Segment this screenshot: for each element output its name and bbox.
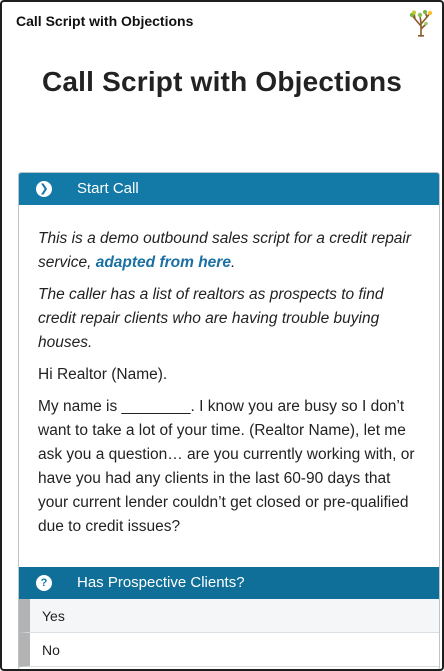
script-card: ❯ Start Call This is a demo outbound sal… bbox=[18, 172, 440, 669]
intro-paragraph: This is a demo outbound sales script for… bbox=[38, 227, 415, 275]
chevron-right-circle-icon: ❯ bbox=[36, 181, 52, 197]
step-label-start-call: Start Call bbox=[77, 180, 139, 197]
step-header-has-prospective-clients[interactable]: ? Has Prospective Clients? bbox=[19, 567, 439, 599]
context-paragraph: The caller has a list of realtors as pro… bbox=[38, 286, 384, 351]
question-circle-icon: ? bbox=[36, 575, 52, 591]
app-title: Call Script with Objections bbox=[16, 13, 194, 29]
app-frame: Call Script with Objections Call Script … bbox=[0, 0, 444, 671]
step-header-start-call[interactable]: ❯ Start Call bbox=[19, 173, 439, 205]
answer-yes-button[interactable]: Yes bbox=[19, 599, 439, 633]
step-body: This is a demo outbound sales script for… bbox=[19, 205, 439, 567]
answer-no-button[interactable]: No bbox=[19, 633, 439, 667]
greeting-paragraph: Hi Realtor (Name). bbox=[38, 366, 168, 383]
tree-logo-icon bbox=[408, 9, 434, 37]
page-title: Call Script with Objections bbox=[41, 66, 403, 97]
answer-list: Yes No bbox=[19, 599, 439, 667]
pitch-paragraph: My name is ________. I know you are busy… bbox=[38, 398, 415, 535]
intro-end: . bbox=[230, 254, 236, 271]
adapted-from-link[interactable]: adapted from here bbox=[96, 254, 231, 271]
top-bar: Call Script with Objections bbox=[2, 2, 442, 42]
step-label-question: Has Prospective Clients? bbox=[77, 574, 245, 591]
